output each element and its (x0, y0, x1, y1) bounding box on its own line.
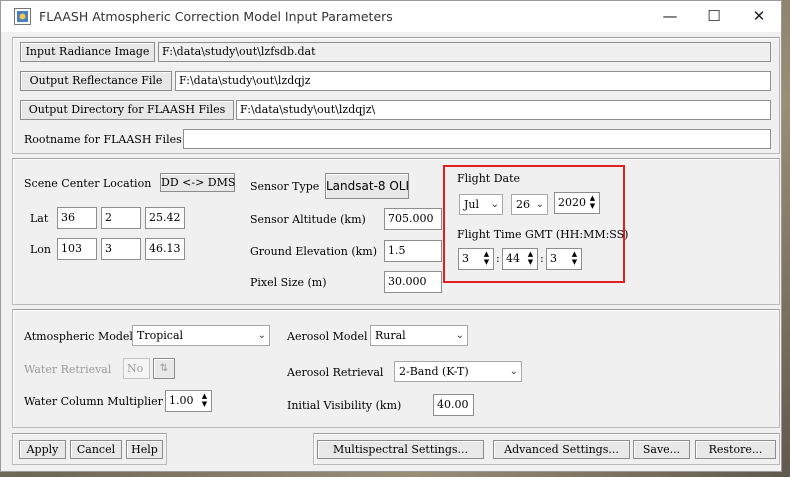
flight-second-spinner[interactable]: 3 ▲ ▼ (546, 248, 582, 270)
water-column-multiplier-spinner[interactable]: 1.00 ▲ ▼ (165, 390, 212, 412)
water-column-multiplier-value: 1.00 (169, 394, 194, 407)
pixel-size-label: Pixel Size (m) (250, 276, 327, 289)
chevron-down-icon: ⌄ (455, 330, 464, 341)
spin-arrows-icon[interactable]: ▲ ▼ (587, 194, 598, 210)
output-reflectance-field[interactable]: F:\data\study\out\lzdqjz (175, 71, 771, 91)
spin-arrows-icon[interactable]: ▲ ▼ (199, 392, 210, 408)
initial-visibility-field[interactable]: 40.00 (433, 394, 474, 416)
flight-year-value: 2020 (558, 196, 586, 209)
flight-month-select[interactable]: Jul ⌄ (459, 194, 503, 215)
chevron-down-icon: ⌄ (490, 199, 499, 210)
rootname-field[interactable] (183, 129, 771, 149)
atmospheric-model-value: Tropical (137, 329, 184, 342)
flight-hour-value: 3 (462, 252, 469, 265)
save-button[interactable]: Save... (633, 440, 690, 459)
sensor-type-button[interactable]: Landsat-8 OLI (325, 173, 409, 199)
sensor-type-label: Sensor Type (250, 180, 320, 193)
lon-seconds-field[interactable]: 46.13 (145, 238, 185, 260)
aerosol-model-label: Aerosol Model (287, 330, 368, 343)
flaash-dialog: FLAASH Atmospheric Correction Model Inpu… (0, 0, 782, 472)
sensor-altitude-field[interactable]: 705.000 (384, 208, 442, 230)
minimize-button[interactable]: — (647, 1, 693, 32)
help-button[interactable]: Help (126, 440, 163, 459)
chevron-down-icon: ⌄ (509, 366, 518, 377)
flight-minute-value: 44 (506, 252, 520, 265)
lon-degrees-field[interactable]: 103 (57, 238, 97, 260)
lat-seconds-field[interactable]: 25.42 (145, 207, 185, 229)
cancel-button[interactable]: Cancel (70, 440, 122, 459)
water-column-multiplier-label: Water Column Multiplier (24, 395, 163, 408)
restore-button[interactable]: Restore... (695, 440, 776, 459)
output-directory-field[interactable]: F:\data\study\out\lzdqjz\ (236, 100, 771, 120)
dd-dms-toggle-button[interactable]: DD <-> DMS (160, 173, 235, 192)
lat-label: Lat (30, 212, 49, 225)
flight-year-spinner[interactable]: 2020 ▲ ▼ (554, 192, 600, 214)
spin-arrows-icon[interactable]: ▲ ▼ (569, 250, 580, 266)
multispectral-settings-button[interactable]: Multispectral Settings... (317, 440, 484, 459)
time-separator: : (496, 252, 500, 265)
flight-time-label: Flight Time GMT (HH:MM:SS) (457, 228, 629, 241)
water-retrieval-field: No (123, 358, 150, 379)
toggle-arrows-icon: ⇅ (153, 358, 175, 379)
flight-day-select[interactable]: 26 ⌄ (511, 194, 548, 215)
lat-degrees-field[interactable]: 36 (57, 207, 97, 229)
title-bar[interactable]: FLAASH Atmospheric Correction Model Inpu… (1, 1, 781, 32)
rootname-label: Rootname for FLAASH Files (24, 133, 182, 146)
flight-date-label: Flight Date (457, 172, 521, 185)
ground-elevation-label: Ground Elevation (km) (250, 245, 378, 258)
time-separator: : (540, 252, 544, 265)
aerosol-model-select[interactable]: Rural ⌄ (370, 325, 468, 346)
flight-month-value: Jul (464, 198, 480, 211)
pixel-size-field[interactable]: 30.000 (384, 271, 442, 293)
flight-day-value: 26 (516, 198, 530, 211)
close-button[interactable]: ✕ (736, 1, 782, 32)
lon-label: Lon (30, 243, 52, 256)
flaash-app-icon (14, 8, 31, 25)
output-reflectance-button[interactable]: Output Reflectance File (20, 71, 172, 91)
initial-visibility-label: Initial Visibility (km) (287, 399, 402, 412)
advanced-settings-button[interactable]: Advanced Settings... (493, 440, 630, 459)
aerosol-model-value: Rural (375, 329, 406, 342)
scene-center-label: Scene Center Location (24, 177, 152, 190)
input-radiance-button[interactable]: Input Radiance Image (20, 42, 155, 62)
spin-arrows-icon[interactable]: ▲ ▼ (481, 250, 492, 266)
spin-arrows-icon[interactable]: ▲ ▼ (525, 250, 536, 266)
flight-hour-spinner[interactable]: 3 ▲ ▼ (458, 248, 494, 270)
input-radiance-field[interactable]: F:\data\study\out\lzfsdb.dat (158, 42, 771, 62)
atmospheric-model-select[interactable]: Tropical ⌄ (132, 325, 270, 346)
lat-minutes-field[interactable]: 2 (101, 207, 141, 229)
maximize-button[interactable]: ☐ (691, 1, 737, 32)
aerosol-retrieval-select[interactable]: 2-Band (K-T) ⌄ (394, 361, 522, 382)
sensor-altitude-label: Sensor Altitude (km) (250, 213, 366, 226)
output-directory-button[interactable]: Output Directory for FLAASH Files (20, 100, 234, 120)
chevron-down-icon: ⌄ (535, 199, 544, 210)
ground-elevation-field[interactable]: 1.5 (384, 240, 442, 262)
atmospheric-model-label: Atmospheric Model (24, 330, 133, 343)
lon-minutes-field[interactable]: 3 (101, 238, 141, 260)
flight-second-value: 3 (550, 252, 557, 265)
aerosol-retrieval-value: 2-Band (K-T) (399, 365, 469, 378)
chevron-down-icon: ⌄ (257, 330, 266, 341)
aerosol-retrieval-label: Aerosol Retrieval (287, 366, 384, 379)
window-title: FLAASH Atmospheric Correction Model Inpu… (39, 9, 393, 24)
flight-minute-spinner[interactable]: 44 ▲ ▼ (502, 248, 538, 270)
water-retrieval-label: Water Retrieval (24, 363, 112, 376)
apply-button[interactable]: Apply (19, 440, 66, 459)
